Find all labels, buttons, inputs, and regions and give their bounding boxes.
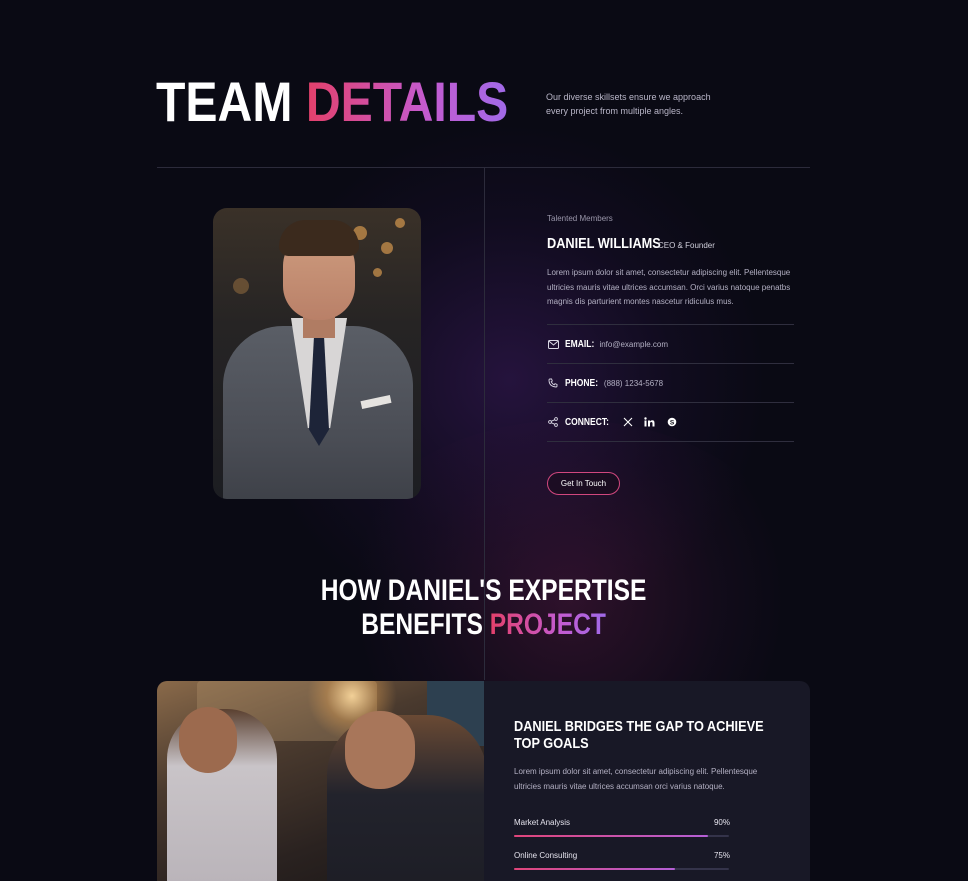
divider	[547, 363, 794, 364]
expertise-heading-line1: HOW DANIEL'S EXPERTISE	[321, 574, 647, 607]
skill-progress-bar	[514, 835, 729, 837]
page-title-plain: TEAM	[156, 70, 293, 133]
expertise-heading-line2-plain: BENEFITS	[361, 608, 484, 641]
connect-row: CONNECT: S	[547, 414, 679, 430]
page-title-accent: DETAILS	[305, 70, 509, 133]
divider	[547, 441, 794, 442]
divider	[547, 324, 794, 325]
card-text: Lorem ipsum dolor sit amet, consectetur …	[514, 767, 758, 791]
skill-label: Market Analysis	[514, 818, 571, 827]
divider	[547, 402, 794, 403]
member-eyebrow: Talented Members	[547, 214, 613, 223]
skill-progress-bar	[514, 868, 729, 870]
skill-progress-fill	[514, 868, 676, 870]
member-bio: Lorem ipsum dolor sit amet, consectetur …	[547, 268, 791, 306]
phone-row: PHONE: (888) 1234-5678	[547, 375, 663, 391]
linkedin-icon[interactable]	[643, 415, 657, 429]
skill-value: 75%	[713, 851, 730, 860]
member-photo	[213, 208, 421, 499]
expertise-heading-line2-accent: PROJECT	[490, 608, 607, 641]
get-in-touch-button[interactable]: Get In Touch	[547, 472, 620, 495]
team-meeting-photo	[157, 681, 484, 881]
card-title: DANIEL BRIDGES THE GAP TO ACHIEVE TOP GO…	[514, 718, 764, 752]
email-label: EMAIL:	[565, 338, 595, 350]
mail-icon	[547, 338, 559, 350]
member-role: CEO & Founder	[658, 241, 715, 250]
card-title-line2: TOP GOALS	[514, 735, 589, 752]
phone-label: PHONE:	[565, 377, 599, 389]
share-icon	[547, 416, 559, 428]
x-icon[interactable]	[621, 415, 635, 429]
phone-icon	[547, 377, 559, 389]
email-row: EMAIL: info@example.com	[547, 336, 668, 352]
skill-progress-fill	[514, 835, 708, 837]
member-name: DANIEL WILLIAMS	[547, 235, 661, 252]
skill-value: 90%	[713, 818, 730, 827]
svg-text:S: S	[670, 419, 675, 426]
skype-icon[interactable]: S	[665, 415, 679, 429]
email-value[interactable]: info@example.com	[599, 340, 668, 349]
connect-label: CONNECT:	[565, 416, 609, 428]
skill-label: Online Consulting	[514, 851, 578, 860]
phone-value[interactable]: (888) 1234-5678	[604, 379, 663, 388]
card-title-line1: DANIEL BRIDGES THE GAP TO ACHIEVE	[514, 718, 764, 735]
expertise-heading: HOW DANIEL'S EXPERTISE BENEFITS PROJECT	[0, 574, 968, 642]
page-title: TEAM DETAILS	[156, 72, 508, 132]
page-intro: Our diverse skillsets ensure we approach…	[546, 92, 711, 116]
